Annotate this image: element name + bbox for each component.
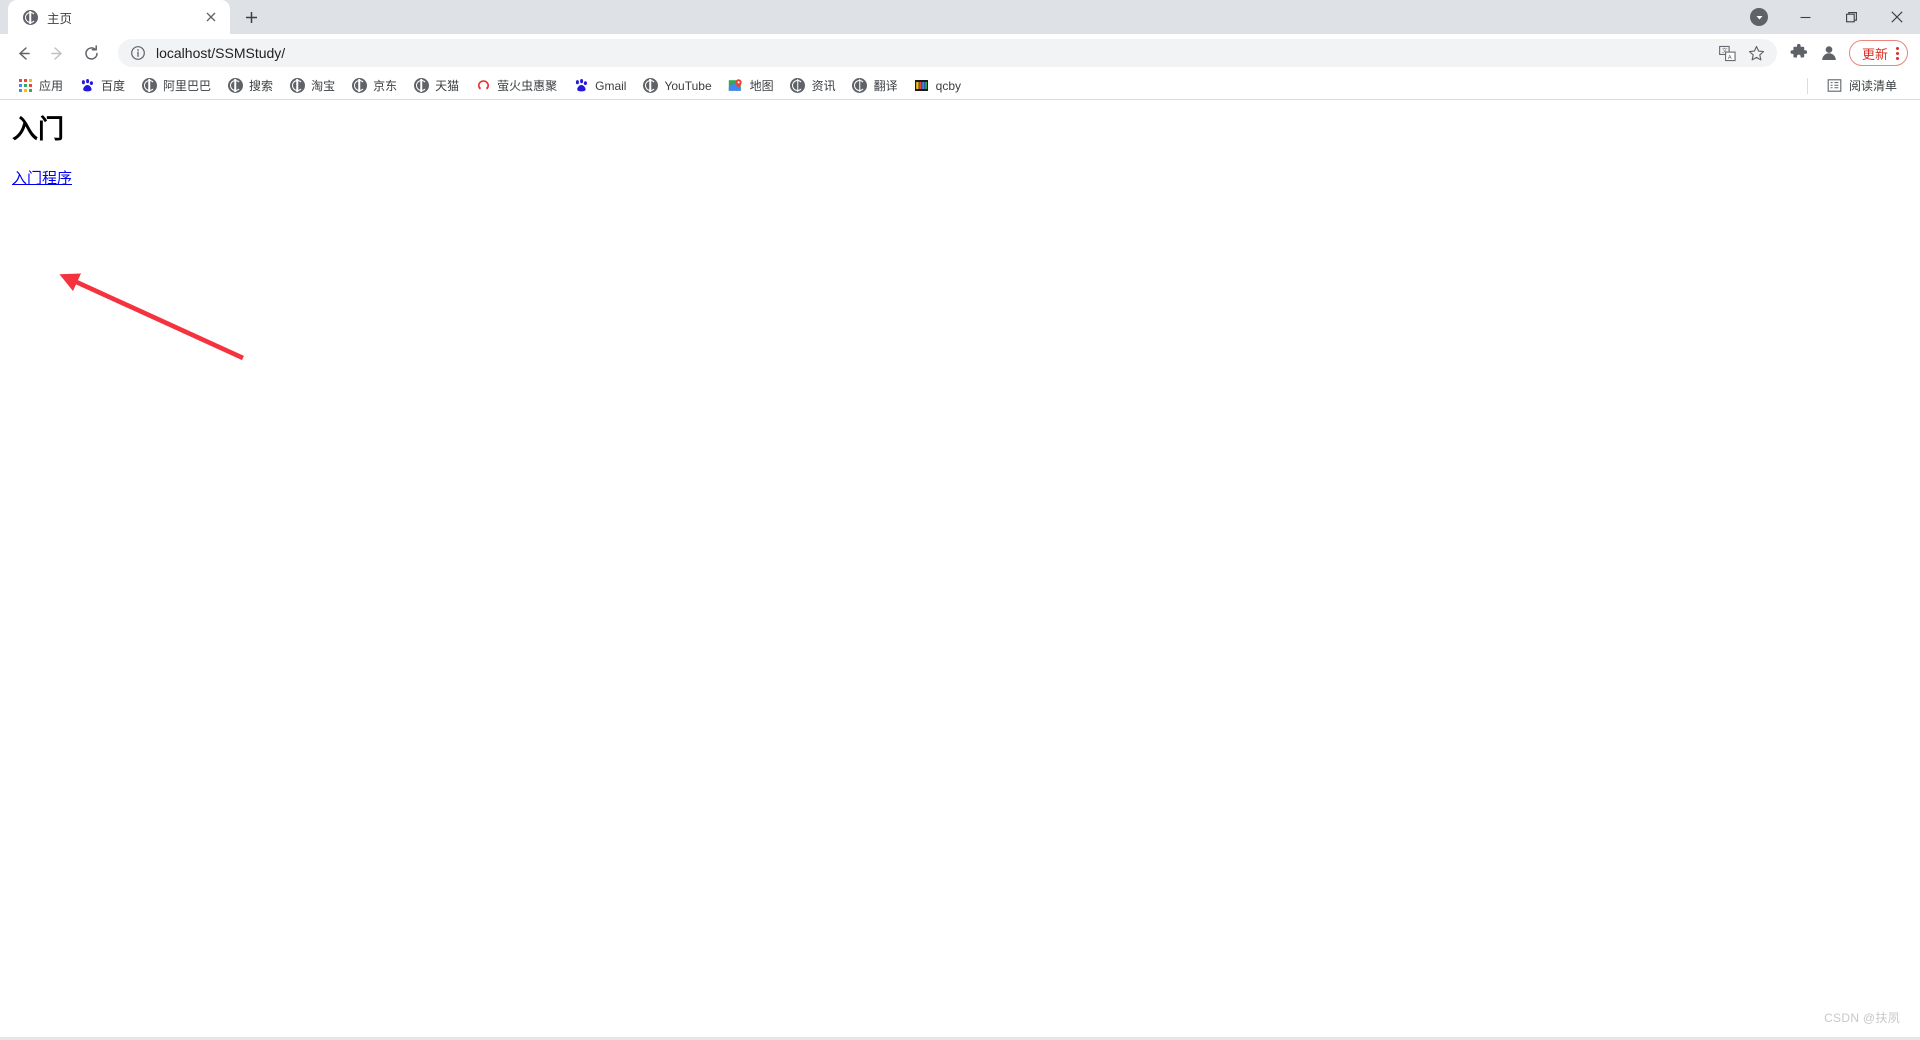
- bookmark-apps[interactable]: 应用: [10, 74, 70, 97]
- gmail-icon: [573, 78, 589, 94]
- bookmark-taobao[interactable]: 淘宝: [282, 74, 342, 97]
- tab-strip: 主页: [0, 0, 1920, 34]
- page-viewport: 入门 入门程序 CSDN @扶夙: [0, 100, 1920, 1040]
- kebab-menu-icon[interactable]: [1896, 46, 1899, 60]
- colored-square-icon: [914, 78, 930, 94]
- apps-grid-icon: [17, 78, 33, 94]
- bookmark-label: 天猫: [435, 79, 460, 93]
- translate-icon[interactable]: 文 A: [1719, 45, 1736, 62]
- update-button[interactable]: 更新: [1848, 40, 1908, 66]
- baidu-paw-icon: [79, 78, 95, 94]
- close-icon[interactable]: [1874, 0, 1920, 34]
- getting-started-link[interactable]: 入门程序: [12, 171, 72, 187]
- globe-icon: [852, 78, 868, 94]
- bookmark-label: Gmail: [595, 78, 627, 93]
- bookmark-label: 地图: [749, 79, 774, 93]
- maps-pin-icon: [728, 78, 744, 94]
- new-tab-button[interactable]: [236, 2, 266, 32]
- bookmark-label: 阿里巴巴: [163, 79, 212, 93]
- reading-list-button[interactable]: 阅读清单: [1820, 74, 1904, 97]
- page-title: 入门: [12, 115, 65, 144]
- reload-button[interactable]: [76, 38, 106, 68]
- forward-button[interactable]: [42, 38, 72, 68]
- globe-icon: [351, 78, 367, 94]
- globe-icon: [642, 78, 658, 94]
- bookmark-label: qcby: [935, 78, 962, 93]
- bookmark-jd[interactable]: 京东: [344, 74, 404, 97]
- reading-list-icon: [1827, 78, 1843, 94]
- update-label: 更新: [1861, 46, 1888, 62]
- svg-text:A: A: [1728, 54, 1732, 60]
- address-bar[interactable]: localhost/SSMStudy/ 文 A: [118, 39, 1777, 67]
- bookmark-gmail[interactable]: Gmail: [566, 75, 633, 97]
- bookmark-tmall[interactable]: 天猫: [406, 74, 466, 97]
- globe-icon: [413, 78, 429, 94]
- bookmark-label: 萤火虫惠聚: [497, 79, 558, 93]
- bookmark-label: 翻译: [873, 79, 898, 93]
- account-icon[interactable]: [1815, 39, 1843, 67]
- download-circle-icon[interactable]: [1736, 0, 1782, 34]
- bookmark-maps[interactable]: 地图: [721, 74, 781, 97]
- browser-toolbar: localhost/SSMStudy/ 文 A 更新: [0, 34, 1920, 72]
- watermark: CSDN @扶夙: [1824, 1011, 1900, 1025]
- reading-list-label: 阅读清单: [1848, 79, 1897, 93]
- info-circle-icon[interactable]: [130, 45, 146, 61]
- bookmark-label: 京东: [373, 79, 398, 93]
- bookmark-qcby[interactable]: qcby: [907, 75, 968, 97]
- browser-tab[interactable]: 主页: [8, 0, 230, 34]
- close-icon[interactable]: [202, 8, 220, 26]
- red-arrow-annotation: [59, 273, 244, 361]
- bookmark-yinghuochong[interactable]: 萤火虫惠聚: [468, 74, 564, 97]
- bookmark-youtube[interactable]: YouTube: [635, 75, 718, 97]
- bookmark-label: 淘宝: [311, 79, 336, 93]
- globe-icon: [790, 78, 806, 94]
- back-button[interactable]: [8, 38, 38, 68]
- bookmark-label: 资讯: [811, 79, 836, 93]
- bookmark-baidu[interactable]: 百度: [72, 74, 132, 97]
- puzzle-icon[interactable]: [1785, 39, 1813, 67]
- globe-icon: [227, 78, 243, 94]
- maximize-icon[interactable]: [1828, 0, 1874, 34]
- star-icon[interactable]: [1748, 45, 1765, 62]
- globe-icon: [22, 9, 38, 25]
- window-controls: [1736, 0, 1920, 34]
- bookmark-search[interactable]: 搜索: [220, 74, 280, 97]
- bookmark-news[interactable]: 资讯: [783, 74, 843, 97]
- url-text: localhost/SSMStudy/: [156, 45, 286, 61]
- reading-list-area: 阅读清单: [1806, 74, 1910, 97]
- bookmark-label: 搜索: [249, 79, 274, 93]
- bookmarks-bar: 应用 百度 阿里巴巴 搜索 淘宝 京东 天猫 萤火虫惠聚 Gmail YouTu…: [0, 72, 1920, 100]
- bookmark-label: YouTube: [664, 78, 712, 93]
- bookmark-translate[interactable]: 翻译: [845, 74, 905, 97]
- bookmark-label: 应用: [39, 79, 64, 93]
- globe-icon: [289, 78, 305, 94]
- globe-icon: [141, 78, 157, 94]
- red-ring-icon: [475, 78, 491, 94]
- page-content: 入门 入门程序: [0, 100, 1920, 188]
- tab-title: 主页: [47, 11, 73, 26]
- bookmark-label: 百度: [101, 79, 126, 93]
- bookmark-alibaba[interactable]: 阿里巴巴: [134, 74, 218, 97]
- browser-window: 主页 localhost/SSMStudy/ 文 A 更新 应用 百度 阿里巴巴…: [0, 0, 1920, 1040]
- divider: [1806, 77, 1808, 94]
- minimize-icon[interactable]: [1782, 0, 1828, 34]
